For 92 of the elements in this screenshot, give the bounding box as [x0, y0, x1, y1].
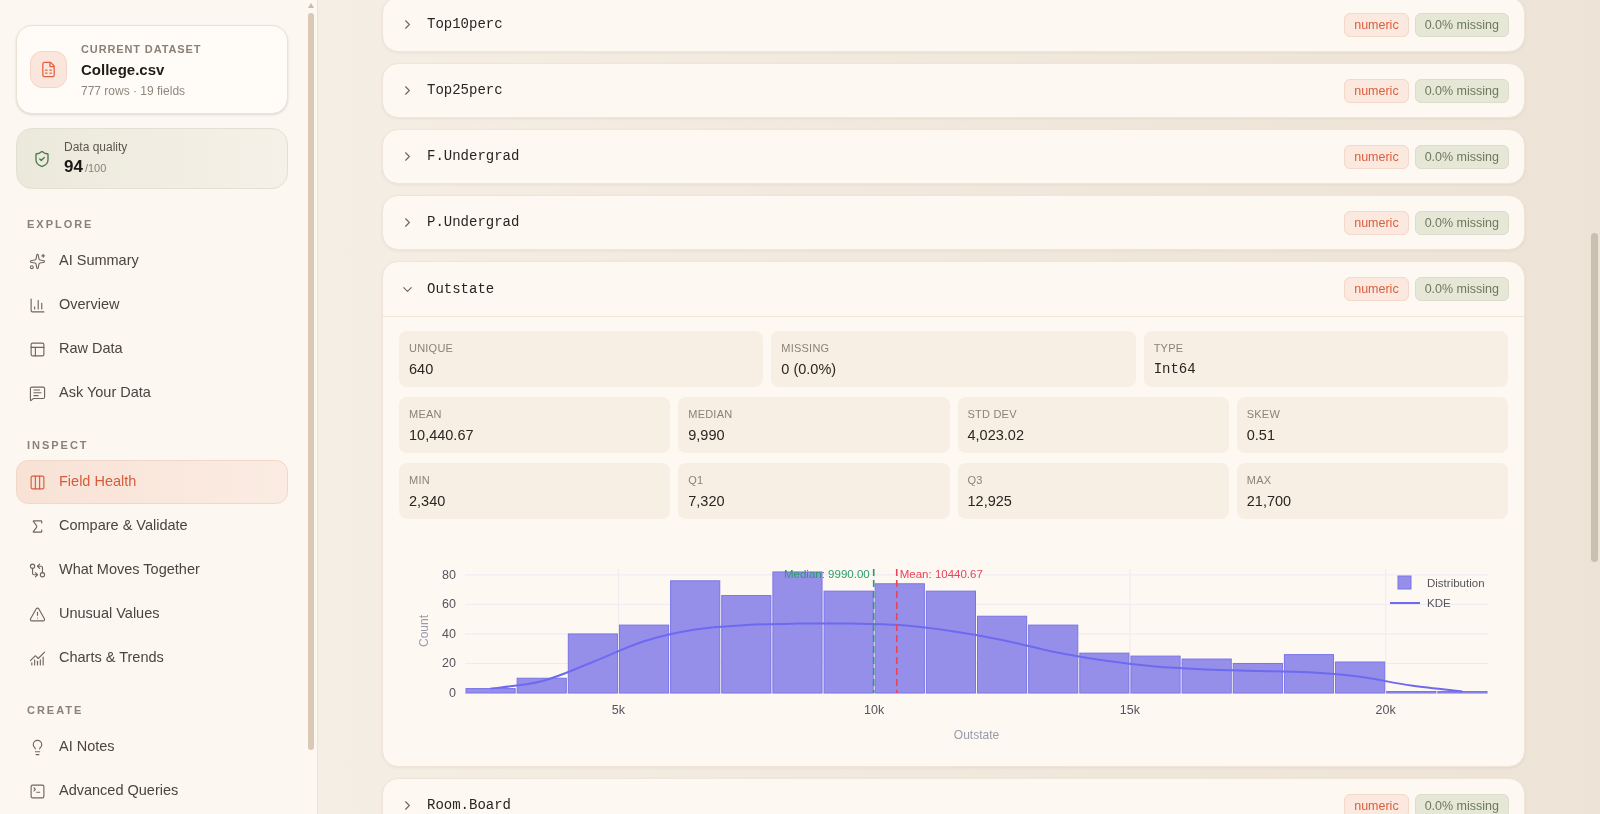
- stat-label: MEDIAN: [688, 407, 734, 422]
- sidebar-item[interactable]: Charts & Trends: [16, 636, 288, 680]
- type-badge: numeric: [1344, 78, 1409, 103]
- type-badge: numeric: [1344, 793, 1409, 814]
- reference-line-label: Mean: 10440.67: [899, 568, 983, 580]
- sidebar-item[interactable]: Raw Data: [16, 327, 288, 371]
- missing-badge: 0.0% missing: [1414, 144, 1509, 169]
- missing-badge: 0.0% missing: [1414, 210, 1509, 235]
- stat-label: MEAN: [409, 407, 443, 422]
- type-badge: numeric: [1344, 277, 1409, 301]
- field-name: P.Undergrad: [427, 213, 520, 232]
- axis-tick-label: 20k: [1375, 703, 1396, 717]
- type-badge: numeric: [1344, 144, 1409, 169]
- sidebar-item[interactable]: Ask Your Data: [16, 371, 288, 415]
- histogram-bar: [1283, 654, 1335, 694]
- stat-label: STD DEV: [967, 407, 1018, 422]
- stat-label: Q1: [688, 473, 705, 488]
- histogram-bar: [1232, 663, 1283, 694]
- stat-value: Int64: [1153, 360, 1197, 379]
- scrollbar-thumb[interactable]: [307, 13, 314, 750]
- compare-arrows-icon: [29, 561, 46, 579]
- spreadsheet-file-icon: [30, 51, 67, 88]
- quality-label: Data quality: [64, 138, 128, 155]
- missing-badge: 0.0% missing: [1414, 793, 1509, 814]
- stat-label: UNIQUE: [409, 341, 455, 356]
- field-name: Outstate: [427, 279, 495, 299]
- chart-icon: [29, 649, 46, 667]
- histogram-bar: [1181, 658, 1232, 694]
- field-name: Top25perc: [427, 81, 503, 100]
- type-badge: numeric: [1344, 210, 1409, 235]
- axis-tick-label: 5k: [611, 703, 626, 717]
- stat-value: 9,990: [688, 426, 726, 445]
- quality-scale: /100: [84, 160, 107, 176]
- axis-tick-label: 60: [442, 597, 456, 612]
- bar-chart-icon: [29, 296, 46, 314]
- field-name: F.Undergrad: [427, 147, 520, 166]
- missing-badge: 0.0% missing: [1414, 78, 1509, 103]
- axis-tick-label: 80: [442, 567, 456, 582]
- columns-icon: [29, 473, 46, 491]
- field-name: Room.Board: [427, 796, 511, 814]
- axis-title: Count: [417, 615, 431, 647]
- stat-value: 2,340: [409, 492, 447, 511]
- legend-label: Distribution: [1427, 577, 1485, 589]
- warning-icon: [29, 605, 46, 623]
- shield-check-icon: [33, 149, 51, 168]
- sidebar-item[interactable]: What Moves Together: [16, 548, 288, 592]
- sidebar-item[interactable]: Advanced Queries: [16, 769, 288, 813]
- axis-tick-label: 10k: [864, 703, 885, 717]
- scrollbar-thumb[interactable]: [1591, 233, 1598, 562]
- field-name: Top10perc: [427, 15, 503, 34]
- stat-value: 0 (0.0%): [781, 360, 838, 379]
- missing-badge: 0.0% missing: [1414, 277, 1509, 301]
- stat-label: Q3: [967, 473, 984, 488]
- dataset-name: College.csv: [81, 59, 166, 80]
- axis-tick-label: 40: [442, 626, 456, 641]
- axis-title: Outstate: [953, 728, 1000, 742]
- stat-value: 640: [409, 360, 435, 379]
- stat-value: 21,700: [1246, 492, 1293, 511]
- sidebar-item[interactable]: AI Notes: [16, 725, 288, 769]
- axis-tick-label: 20: [442, 656, 456, 671]
- stat-label: TYPE: [1153, 341, 1185, 356]
- section-heading: CREATE: [27, 703, 85, 718]
- stat-value: 10,440.67: [409, 426, 475, 445]
- stat-value: 0.51: [1246, 426, 1276, 445]
- stat-value: 7,320: [688, 492, 726, 511]
- stat-value: 12,925: [967, 492, 1013, 511]
- legend-line-icon: [1389, 602, 1421, 604]
- stat-label: MIN: [409, 473, 431, 488]
- table-icon: [29, 340, 46, 358]
- message-icon: [29, 384, 46, 402]
- stat-label: SKEW: [1246, 407, 1282, 422]
- legend-swatch-icon: [1397, 575, 1412, 590]
- stat-label: MISSING: [781, 341, 831, 356]
- dataset-meta: 777 rows · 19 fields: [81, 82, 187, 99]
- legend-label: KDE: [1427, 597, 1451, 609]
- missing-badge: 0.0% missing: [1414, 12, 1509, 37]
- axis-tick-label: 0: [449, 686, 456, 700]
- stat-value: 4,023.02: [967, 426, 1025, 445]
- terminal-icon: [29, 782, 46, 800]
- sidebar-item[interactable]: Overview: [16, 283, 288, 327]
- histogram-bar: [1130, 655, 1181, 694]
- sidebar-item[interactable]: Compare & Validate: [16, 504, 288, 548]
- section-heading: INSPECT: [27, 438, 90, 453]
- stat-label: MAX: [1246, 473, 1273, 488]
- sidebar-item[interactable]: Unusual Values: [16, 592, 288, 636]
- quality-score: 94: [64, 155, 83, 178]
- axis-tick-label: 15k: [1119, 703, 1141, 717]
- sidebar-item[interactable]: AI Summary: [16, 239, 288, 283]
- sparkles-icon: [29, 252, 46, 270]
- type-badge: numeric: [1344, 12, 1409, 37]
- section-heading: EXPLORE: [27, 217, 95, 232]
- dataset-label: CURRENT DATASET: [81, 41, 202, 57]
